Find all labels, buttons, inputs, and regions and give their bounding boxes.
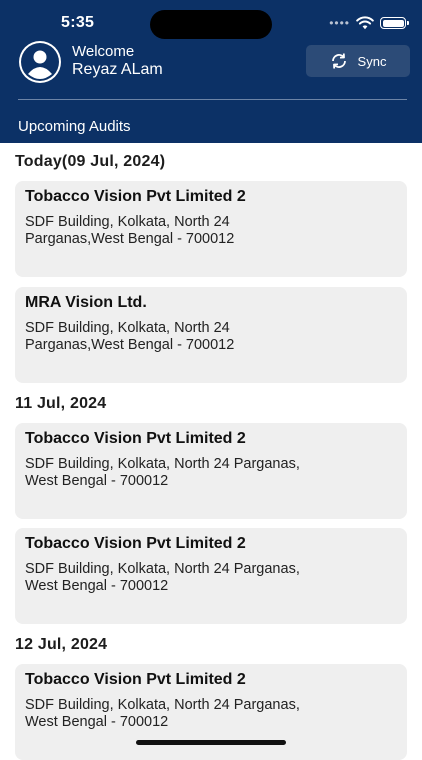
audit-card[interactable]: MRA Vision Ltd. SDF Building, Kolkata, N… [15,287,407,383]
audit-card[interactable]: Tobacco Vision Pvt Limited 2 SDF Buildin… [15,528,407,624]
battery-icon [380,17,409,29]
audit-address-line2: Parganas,West Bengal - 700012 [25,337,235,353]
date-header: Today(09 Jul, 2024) [15,153,166,170]
audit-name: MRA Vision Ltd. [25,294,147,311]
audit-name: Tobacco Vision Pvt Limited 2 [25,188,246,205]
audit-name: Tobacco Vision Pvt Limited 2 [25,671,246,688]
avatar[interactable] [19,41,61,83]
audit-address-line2: West Bengal - 700012 [25,714,169,730]
person-icon [21,43,59,81]
sync-icon [331,53,346,69]
audit-address-line2: Parganas,West Bengal - 700012 [25,231,235,247]
header-divider [18,99,407,100]
app-header: 5:35 •••• Welcome Reyaz ALam Sync Upcomi… [0,0,422,143]
audit-address-line1: SDF Building, Kolkata, North 24 Parganas… [25,456,300,472]
audit-card[interactable]: Tobacco Vision Pvt Limited 2 SDF Buildin… [15,181,407,277]
wifi-icon [356,16,374,30]
audit-name: Tobacco Vision Pvt Limited 2 [25,535,246,552]
home-indicator [136,740,286,745]
dynamic-island [150,10,272,39]
audit-address-line1: SDF Building, Kolkata, North 24 [25,214,230,230]
audit-address-line1: SDF Building, Kolkata, North 24 Parganas… [25,697,300,713]
audit-address-line1: SDF Building, Kolkata, North 24 Parganas… [25,561,300,577]
audit-name: Tobacco Vision Pvt Limited 2 [25,430,246,447]
audit-address-line1: SDF Building, Kolkata, North 24 [25,320,230,336]
sync-label: Sync [357,53,387,69]
welcome-text: Welcome [72,43,135,60]
date-header: 11 Jul, 2024 [15,395,107,412]
user-name: Reyaz ALam [72,61,163,78]
audit-card[interactable]: Tobacco Vision Pvt Limited 2 SDF Buildin… [15,423,407,519]
section-title: Upcoming Audits [18,118,131,135]
audit-address-line2: West Bengal - 700012 [25,473,169,489]
audit-card[interactable]: Tobacco Vision Pvt Limited 2 SDF Buildin… [15,664,407,760]
date-header: 12 Jul, 2024 [15,636,108,653]
sync-button[interactable]: Sync [306,45,410,77]
audit-address-line2: West Bengal - 700012 [25,578,169,594]
status-icons: •••• [329,14,409,32]
signal-icon: •••• [329,16,350,30]
status-time: 5:35 [61,14,95,31]
